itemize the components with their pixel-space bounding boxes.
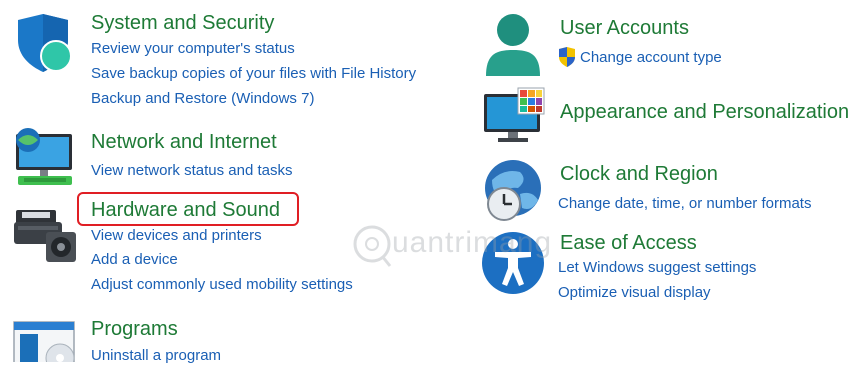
programs-title[interactable]: Programs xyxy=(91,318,178,341)
suggest-settings-link[interactable]: Let Windows suggest settings xyxy=(558,259,756,276)
devices-printers-link[interactable]: View devices and printers xyxy=(91,227,262,244)
printer-speaker-icon xyxy=(12,206,78,264)
user-icon xyxy=(482,12,544,78)
change-account-type-link[interactable]: Change account type xyxy=(580,49,722,66)
highlight-box xyxy=(77,192,299,226)
user-accounts-title[interactable]: User Accounts xyxy=(560,17,689,40)
uac-shield-icon xyxy=(557,46,577,68)
globe-clock-icon xyxy=(480,158,546,224)
date-time-formats-link[interactable]: Change date, time, or number formats xyxy=(558,195,811,212)
programs-disc-icon xyxy=(12,320,78,367)
add-device-link[interactable]: Add a device xyxy=(91,251,178,268)
optimize-display-link[interactable]: Optimize visual display xyxy=(558,284,711,301)
file-history-link[interactable]: Save backup copies of your files with Fi… xyxy=(91,65,416,82)
ease-access-title[interactable]: Ease of Access xyxy=(560,232,697,255)
appearance-title[interactable]: Appearance and Personalization xyxy=(560,101,849,124)
system-security-title[interactable]: System and Security xyxy=(91,12,274,35)
review-status-link[interactable]: Review your computer's status xyxy=(91,40,295,57)
accessibility-icon xyxy=(480,230,546,296)
network-status-link[interactable]: View network status and tasks xyxy=(91,162,293,179)
uninstall-program-link[interactable]: Uninstall a program xyxy=(91,347,221,364)
network-internet-title[interactable]: Network and Internet xyxy=(91,131,277,154)
watermark-logo-icon xyxy=(353,225,392,267)
shield-icon xyxy=(12,12,74,74)
mobility-settings-link[interactable]: Adjust commonly used mobility settings xyxy=(91,276,353,293)
backup-restore-link[interactable]: Backup and Restore (Windows 7) xyxy=(91,90,314,107)
network-monitor-icon xyxy=(12,126,76,188)
clock-region-title[interactable]: Clock and Region xyxy=(560,163,718,186)
monitor-colors-icon xyxy=(482,86,546,144)
